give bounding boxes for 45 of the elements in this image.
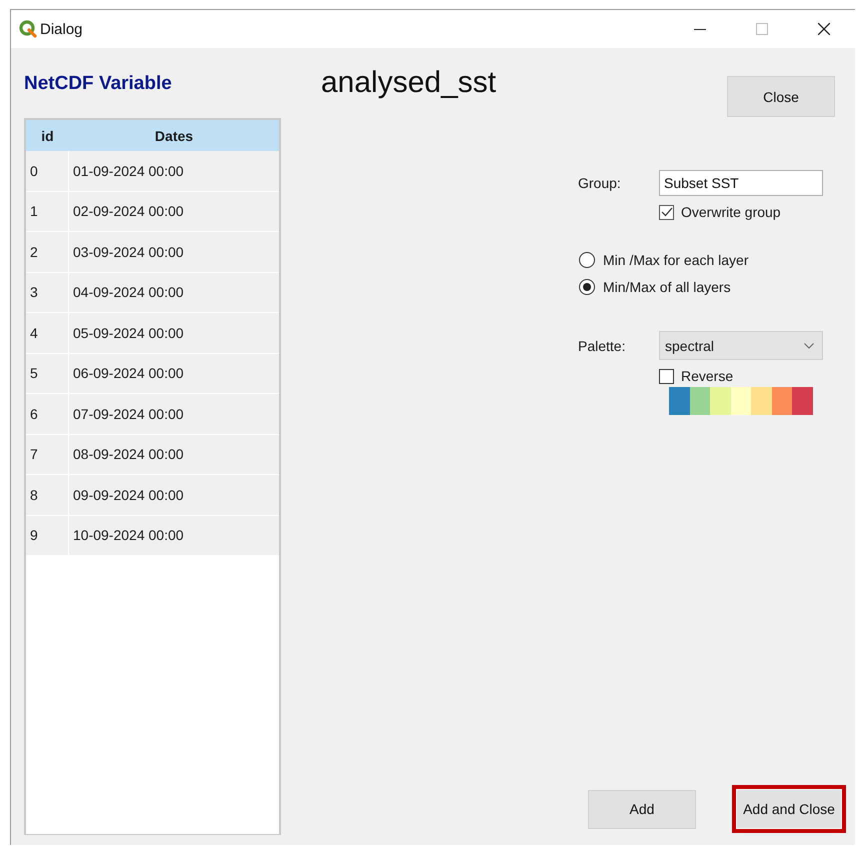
app-logo-icon [19,20,37,38]
group-field[interactable]: Subset SST [659,170,823,196]
table-cell: 04-09-2024 00:00 [69,272,279,313]
palette-dropdown[interactable]: spectral [659,331,823,360]
table-cell: 10-09-2024 00:00 [69,516,279,556]
table-cell: 06-09-2024 00:00 [69,354,279,394]
table-cell: 7 [26,434,69,475]
table-cell: 01-09-2024 00:00 [69,151,279,192]
table-cell: 02-09-2024 00:00 [69,192,279,232]
table-cell: 03-09-2024 00:00 [69,232,279,272]
maximize-icon [756,23,768,35]
check-icon [660,207,672,217]
table-cell: 4 [26,313,69,354]
radio-button[interactable] [579,252,595,268]
field-label: Group: [577,175,622,191]
checkbox[interactable] [659,368,674,384]
close-dialog-button[interactable]: Close [727,76,835,117]
variable-title: analysed_sst [321,65,498,101]
button[interactable]: Add [588,790,696,828]
table-cell: 9 [26,516,69,556]
checkbox-label: Overwrite group [681,204,781,220]
table-cell: 3 [26,272,69,313]
checkbox-label: Reverse [681,368,734,384]
table-cell: 07-09-2024 00:00 [69,394,279,434]
table-cell: 05-09-2024 00:00 [69,313,279,354]
column-header[interactable]: id [26,120,69,151]
radio-label: Min/Max of all layers [603,278,731,294]
table-cell: 2 [26,232,69,272]
table-cell: 1 [26,192,69,232]
checkbox[interactable] [659,204,674,220]
field-label: Palette: [577,338,626,354]
close-icon [818,23,830,35]
radio-button[interactable] [579,278,595,294]
column-header[interactable]: Dates [69,120,279,151]
button[interactable]: Add and Close [732,785,846,833]
table-cell: 8 [26,475,69,516]
table-cell: 0 [26,151,69,192]
table-cell: 5 [26,354,69,394]
radio-label: Min /Max for each layer [603,252,748,268]
window-title: Dialog [40,20,83,38]
chevron-down-icon [804,342,814,348]
table-cell: 6 [26,394,69,434]
section-title: NetCDF Variable [24,72,173,96]
table-cell: 09-09-2024 00:00 [69,475,279,516]
table-cell: 08-09-2024 00:00 [69,434,279,475]
